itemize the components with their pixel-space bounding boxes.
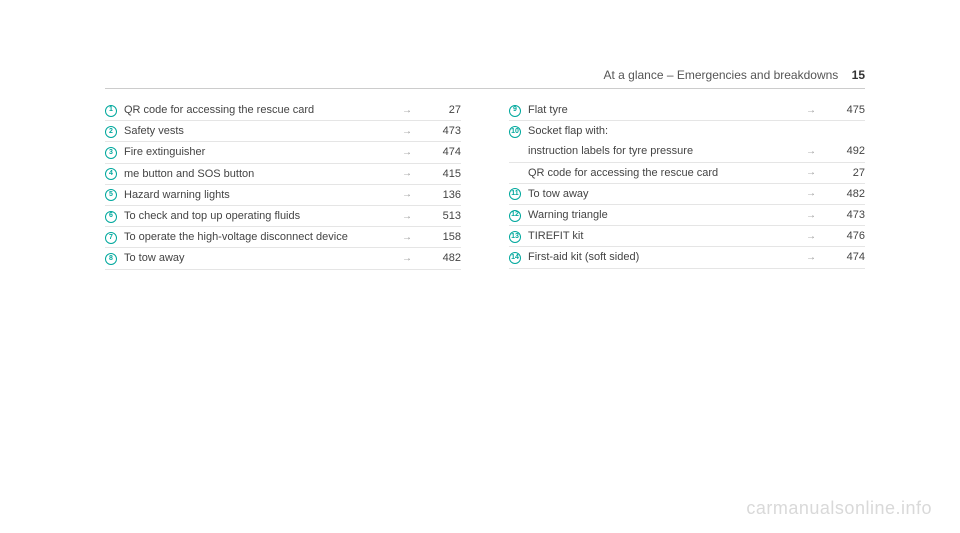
list-item: 3 Fire extinguisher → 474 [105, 142, 461, 163]
item-marker-icon: 5 [105, 189, 117, 201]
item-label: me button and SOS button [124, 168, 397, 181]
item-page-ref: 482 [417, 252, 461, 265]
list-item: 2 Safety vests → 473 [105, 121, 461, 142]
item-page-ref: 473 [417, 125, 461, 138]
arrow-icon: → [397, 126, 417, 138]
item-marker-icon: 7 [105, 232, 117, 244]
arrow-icon: → [397, 232, 417, 244]
page-header: At a glance – Emergencies and breakdowns… [603, 68, 865, 82]
arrow-icon: → [801, 188, 821, 200]
item-label: Socket flap with: [528, 125, 801, 138]
item-page-ref: 27 [821, 167, 865, 180]
item-page-ref: 27 [417, 104, 461, 117]
item-label: QR code for accessing the rescue card [528, 167, 801, 180]
header-page-number: 15 [852, 68, 865, 82]
arrow-icon: → [397, 211, 417, 223]
list-item: 8 To tow away → 482 [105, 248, 461, 269]
arrow-icon: → [397, 168, 417, 180]
list-item: 10 Socket flap with: [509, 121, 865, 141]
item-page-ref: 475 [821, 104, 865, 117]
item-marker-icon: 8 [105, 253, 117, 265]
item-label: Flat tyre [528, 104, 801, 117]
item-marker-icon [509, 167, 521, 179]
item-label: First-aid kit (soft sided) [528, 251, 801, 264]
left-column: 1 QR code for accessing the rescue card … [105, 100, 461, 270]
header-divider [105, 88, 865, 89]
watermark-text: carmanualsonline.info [746, 498, 932, 519]
list-item: QR code for accessing the rescue card → … [509, 163, 865, 184]
list-item: 6 To check and top up operating fluids →… [105, 206, 461, 227]
item-page-ref: 473 [821, 209, 865, 222]
item-label: QR code for accessing the rescue card [124, 104, 397, 117]
list-item: 7 To operate the high-voltage disconnect… [105, 227, 461, 248]
list-item: 12 Warning triangle → 473 [509, 205, 865, 226]
item-label: instruction labels for tyre pressure [528, 145, 801, 158]
item-marker-icon: 1 [105, 105, 117, 117]
arrow-icon: → [397, 253, 417, 265]
item-label: Warning triangle [528, 209, 801, 222]
item-marker-icon: 10 [509, 126, 521, 138]
right-column: 9 Flat tyre → 475 10 Socket flap with: i… [509, 100, 865, 270]
list-item: 1 QR code for accessing the rescue card … [105, 100, 461, 121]
arrow-icon: → [801, 105, 821, 117]
item-page-ref: 513 [417, 210, 461, 223]
item-marker-icon: 14 [509, 252, 521, 264]
arrow-icon: → [397, 147, 417, 159]
list-item: 13 TIREFIT kit → 476 [509, 226, 865, 247]
arrow-icon: → [801, 146, 821, 158]
item-page-ref: 474 [417, 146, 461, 159]
list-item: 5 Hazard warning lights → 136 [105, 185, 461, 206]
arrow-icon: → [801, 167, 821, 179]
item-page-ref: 492 [821, 145, 865, 158]
arrow-icon: → [801, 210, 821, 222]
item-label: Safety vests [124, 125, 397, 138]
item-page-ref: 136 [417, 189, 461, 202]
list-item: 14 First-aid kit (soft sided) → 474 [509, 247, 865, 268]
list-item: 4 me button and SOS button → 415 [105, 164, 461, 185]
item-label: To tow away [124, 252, 397, 265]
item-label: To tow away [528, 188, 801, 201]
item-page-ref: 482 [821, 188, 865, 201]
item-marker-icon: 6 [105, 211, 117, 223]
item-label: TIREFIT kit [528, 230, 801, 243]
item-marker-icon: 4 [105, 168, 117, 180]
arrow-icon: → [397, 189, 417, 201]
item-page-ref: 415 [417, 168, 461, 181]
arrow-icon: → [801, 231, 821, 243]
item-page-ref: 476 [821, 230, 865, 243]
item-marker-icon: 12 [509, 210, 521, 222]
arrow-icon: → [397, 105, 417, 117]
header-title: At a glance – Emergencies and breakdowns [603, 68, 838, 82]
arrow-icon: → [801, 252, 821, 264]
item-marker-icon [509, 146, 521, 158]
item-page-ref: 158 [417, 231, 461, 244]
list-item: 9 Flat tyre → 475 [509, 100, 865, 121]
item-label: Hazard warning lights [124, 189, 397, 202]
item-label: To check and top up operating fluids [124, 210, 397, 223]
item-marker-icon: 9 [509, 105, 521, 117]
item-label: To operate the high-voltage disconnect d… [124, 231, 397, 244]
item-marker-icon: 3 [105, 147, 117, 159]
list-item: 11 To tow away → 482 [509, 184, 865, 205]
item-page-ref: 474 [821, 251, 865, 264]
item-label: Fire extinguisher [124, 146, 397, 159]
item-marker-icon: 11 [509, 188, 521, 200]
content-columns: 1 QR code for accessing the rescue card … [105, 100, 865, 270]
item-marker-icon: 13 [509, 231, 521, 243]
list-item: instruction labels for tyre pressure → 4… [509, 141, 865, 162]
item-marker-icon: 2 [105, 126, 117, 138]
